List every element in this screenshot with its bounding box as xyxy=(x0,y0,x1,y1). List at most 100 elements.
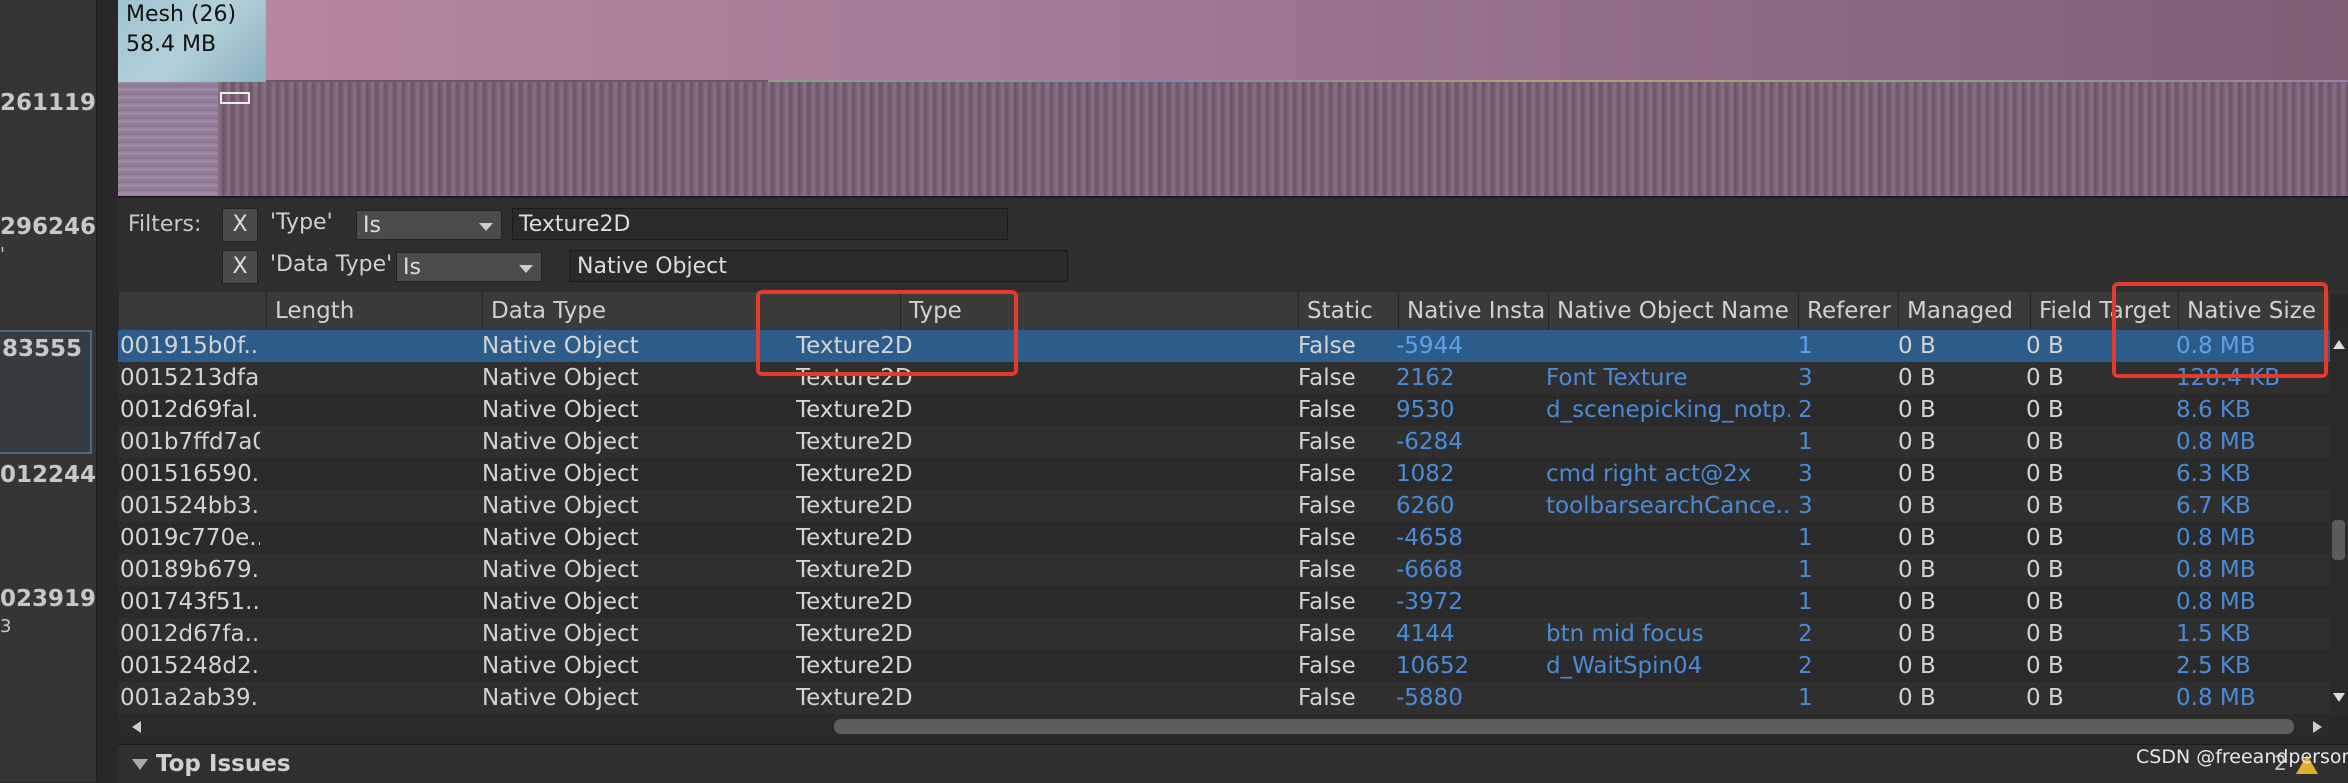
scroll-down-icon[interactable] xyxy=(2333,693,2345,702)
cell-native-size: 1.5 KB xyxy=(2176,621,2251,647)
column-header-length[interactable]: Length xyxy=(266,292,482,330)
table-row[interactable]: 001915b0f... Native Object Texture2D False -… xyxy=(118,330,2330,362)
cell-static: False xyxy=(1298,525,1356,551)
snapshot-item[interactable]: 296246 ' xyxy=(0,214,96,274)
snapshot-item[interactable]: 261119 xyxy=(0,90,96,150)
table-row[interactable]: 001a2ab39... Native Object Texture2D False -… xyxy=(118,682,2330,714)
vertical-scrollbar[interactable] xyxy=(2330,330,2348,716)
filter-value-input[interactable]: Native Object xyxy=(570,250,1068,282)
treemap-strip-cells[interactable] xyxy=(118,82,2348,196)
table-row[interactable]: 0015248d2... Native Object Texture2D False 1… xyxy=(118,650,2330,682)
snapshot-item[interactable]: 023919 3 xyxy=(0,586,96,646)
treemap-strip-cells-left[interactable] xyxy=(118,82,218,196)
cell-native-object-name: d_WaitSpin04 xyxy=(1546,653,1703,679)
cell-managed: 0 B xyxy=(1898,397,1936,423)
horizontal-scrollbar[interactable] xyxy=(118,716,2330,738)
cell-native-instance: 9530 xyxy=(1396,397,1455,423)
cell-managed: 0 B xyxy=(1898,461,1936,487)
scroll-left-icon[interactable] xyxy=(132,721,141,733)
cell-managed: 0 B xyxy=(1898,557,1936,583)
cell-referenced: 1 xyxy=(1798,525,1813,551)
cell-static: False xyxy=(1298,621,1356,647)
filters-label: Filters: xyxy=(128,212,202,237)
cell-referenced: 2 xyxy=(1798,621,1813,647)
cell-address: 00189b679... xyxy=(120,557,260,583)
cell-referenced: 1 xyxy=(1798,589,1813,615)
cell-address: 0012d69fal... xyxy=(120,397,260,423)
scrollbar-thumb[interactable] xyxy=(2332,520,2345,560)
snapshot-item-selected[interactable]: 83555 xyxy=(0,330,92,454)
table-row[interactable]: 0012d67fa... Native Object Texture2D False 4… xyxy=(118,618,2330,650)
column-header-native-instance[interactable]: Native Insta xyxy=(1398,292,1548,330)
table-row[interactable]: 001743f51... Native Object Texture2D False -… xyxy=(118,586,2330,618)
cell-native-instance: 2162 xyxy=(1396,365,1455,391)
filter-value-input[interactable]: Texture2D xyxy=(512,208,1008,240)
cell-managed: 0 B xyxy=(1898,429,1936,455)
foldout-arrow-icon[interactable] xyxy=(132,759,148,770)
cell-native-size: 0.8 MB xyxy=(2176,557,2256,583)
cell-address: 001524bb3... xyxy=(120,493,260,519)
cell-native-object-name: d_scenepicking_notp... xyxy=(1546,397,1790,423)
cell-native-object-name: toolbarsearchCance... xyxy=(1546,493,1790,519)
filter-operator-value: Is xyxy=(403,255,421,280)
cell-type: Texture2D xyxy=(796,557,913,583)
treemap-cell-texture[interactable] xyxy=(266,0,2348,80)
filters-bar: Filters: X 'Type' Is Texture2D X 'Data T… xyxy=(118,196,2348,294)
cell-static: False xyxy=(1298,333,1356,359)
table-row[interactable]: 001524bb3... Native Object Texture2D False 6… xyxy=(118,490,2330,522)
remove-filter-button[interactable]: X xyxy=(222,208,258,242)
cell-type: Texture2D xyxy=(796,653,913,679)
scrollbar-thumb[interactable] xyxy=(834,719,2294,734)
column-header-index[interactable] xyxy=(118,292,266,330)
cell-address: 0012d67fa... xyxy=(120,621,260,647)
top-issues-section[interactable]: Top Issues 2 xyxy=(118,744,2348,783)
treemap-cell-mesh[interactable]: Mesh (26) 58.4 MB xyxy=(118,0,266,82)
cell-referenced: 3 xyxy=(1798,365,1813,391)
column-header-referenced[interactable]: Referer xyxy=(1798,292,1898,330)
snapshot-id: 023919 xyxy=(0,586,97,612)
cell-field-target: 0 B xyxy=(2026,685,2064,711)
cell-managed: 0 B xyxy=(1898,621,1936,647)
remove-filter-button[interactable]: X xyxy=(222,250,258,284)
cell-native-instance: -6284 xyxy=(1396,429,1463,455)
memory-treemap[interactable]: Mesh (26) 58.4 MB xyxy=(118,0,2348,196)
cell-referenced: 1 xyxy=(1798,685,1813,711)
cell-address: 0019c770e... xyxy=(120,525,260,551)
filter-operator-select[interactable]: Is xyxy=(356,210,502,240)
highlight-type-column xyxy=(756,290,1018,376)
snapshot-item[interactable]: 012244 xyxy=(0,462,96,522)
top-issues-title: Top Issues xyxy=(156,751,291,777)
cell-field-target: 0 B xyxy=(2026,621,2064,647)
cell-type: Texture2D xyxy=(796,621,913,647)
table-row[interactable]: 001516590... Native Object Texture2D False 1… xyxy=(118,458,2330,490)
column-header-static[interactable]: Static xyxy=(1298,292,1398,330)
cell-native-instance: -6668 xyxy=(1396,557,1463,583)
snapshot-id: 296246 xyxy=(0,214,97,240)
cell-type: Texture2D xyxy=(796,525,913,551)
column-header-managed[interactable]: Managed xyxy=(1898,292,2030,330)
cell-field-target: 0 B xyxy=(2026,653,2064,679)
cell-address: 001b7ffd7a0 xyxy=(120,429,260,455)
cell-managed: 0 B xyxy=(1898,589,1936,615)
cell-native-instance: 6260 xyxy=(1396,493,1455,519)
filter-operator-value: Is xyxy=(363,213,381,238)
scroll-up-icon[interactable] xyxy=(2333,340,2345,349)
cell-native-instance: 4144 xyxy=(1396,621,1455,647)
cell-referenced: 1 xyxy=(1798,429,1813,455)
table-row[interactable]: 0019c770e... Native Object Texture2D False -… xyxy=(118,522,2330,554)
table-row[interactable]: 0015213dfa...Native ObjectTexture2DFalse… xyxy=(118,362,2330,394)
cell-native-size: 6.7 KB xyxy=(2176,493,2251,519)
table-row[interactable]: 001b7ffd7a0 Native Object Texture2D False -6… xyxy=(118,426,2330,458)
cell-referenced: 2 xyxy=(1798,653,1813,679)
cell-field-target: 0 B xyxy=(2026,525,2064,551)
cell-static: False xyxy=(1298,461,1356,487)
scroll-right-icon[interactable] xyxy=(2313,721,2322,733)
cell-field-target: 0 B xyxy=(2026,429,2064,455)
cell-type: Texture2D xyxy=(796,685,913,711)
cell-native-size: 0.8 MB xyxy=(2176,589,2256,615)
table-row[interactable]: 00189b679... Native Object Texture2D False -… xyxy=(118,554,2330,586)
objects-table: Length Data Type Type Static Native Inst… xyxy=(118,292,2330,716)
column-header-native-object-name[interactable]: Native Object Name xyxy=(1548,292,1798,330)
filter-operator-select[interactable]: Is xyxy=(396,252,542,282)
table-row[interactable]: 0012d69fal... Native Object Texture2D False… xyxy=(118,394,2330,426)
